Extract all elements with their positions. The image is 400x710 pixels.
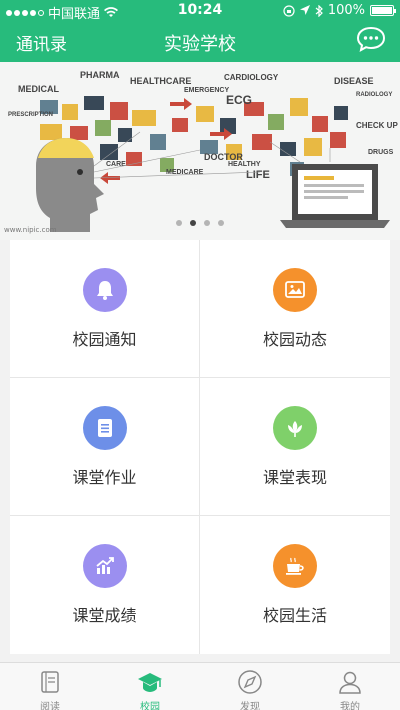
lock-rotation-icon [283, 4, 295, 17]
banner-word: PRESCRIPTION [8, 112, 53, 118]
grid-item-label: 课堂作业 [72, 468, 137, 487]
banner-word: CARE [106, 161, 126, 168]
tab-label: 校园 [140, 702, 160, 710]
coffee-icon [273, 544, 317, 588]
tab-campus[interactable]: 校园 [100, 663, 200, 710]
grid-item-campus-news[interactable]: 校园动态 [200, 240, 390, 378]
tab-label: 我的 [340, 702, 360, 710]
banner-word: CARDIOLOGY [224, 73, 279, 82]
pager-dot[interactable] [204, 220, 210, 226]
banner-word: PHARMA [80, 70, 120, 80]
tab-label: 阅读 [40, 702, 60, 710]
banner-word: HEALTHCARE [130, 76, 191, 86]
chart-icon [82, 544, 127, 588]
banner-word: ECG [226, 93, 252, 107]
carousel-pager[interactable] [0, 220, 400, 226]
grid-item-label: 课堂成绩 [72, 606, 137, 625]
banner-word: CHECK UP [356, 121, 398, 130]
banner-carousel[interactable]: PHARMA HEALTHCARE MEDICAL PRESCRIPTION E… [0, 62, 400, 240]
grid-item-campus-notice[interactable]: 校园通知 [10, 240, 200, 378]
page-title: 实验学校 [164, 34, 236, 55]
battery-percent: 100% [327, 3, 365, 18]
pager-dot[interactable] [176, 220, 182, 226]
location-icon [299, 5, 310, 15]
image-icon [273, 268, 317, 312]
head-figure [36, 138, 104, 232]
tab-bar: 阅读 校园 发现 我的 [0, 662, 400, 710]
bell-icon [82, 268, 127, 312]
laptop-figure [280, 164, 390, 228]
user-icon [339, 671, 361, 694]
bluetooth-icon [315, 4, 323, 17]
feature-grid: 校园通知 校园动态 课堂作业 课堂表现 课堂成绩 校园生活 [10, 240, 390, 654]
tab-read[interactable]: 阅读 [0, 663, 100, 710]
banner-word: RADIOLOGY [356, 92, 392, 98]
document-icon [82, 406, 127, 450]
chat-bubble-icon[interactable] [356, 26, 386, 52]
banner-word: LIFE [246, 169, 270, 181]
book-icon [41, 671, 59, 693]
grid-item-homework[interactable]: 课堂作业 [10, 378, 200, 516]
lotus-icon [273, 406, 317, 450]
grid-item-campus-life[interactable]: 校园生活 [200, 516, 390, 654]
grid-item-label: 课堂表现 [262, 468, 327, 487]
grid-item-performance[interactable]: 课堂表现 [200, 378, 390, 516]
compass-icon [238, 670, 262, 694]
pager-dot[interactable] [218, 220, 224, 226]
banner-word: MEDICAL [18, 84, 59, 94]
top-bar: 中国联通 10:24 100% 通讯录 实验学校 [0, 0, 400, 62]
banner-word: DRUGS [368, 149, 394, 156]
graduation-cap-icon [138, 673, 162, 692]
banner-illustration: PHARMA HEALTHCARE MEDICAL PRESCRIPTION E… [8, 70, 398, 232]
banner-word: EMERGENCY [184, 87, 229, 94]
banner-word: HEALTHY [228, 161, 261, 168]
grid-item-grades[interactable]: 课堂成绩 [10, 516, 200, 654]
grid-item-label: 校园动态 [262, 330, 327, 349]
tab-discover[interactable]: 发现 [200, 663, 300, 710]
tab-me[interactable]: 我的 [300, 663, 400, 710]
pager-dot[interactable] [190, 220, 196, 226]
grid-item-label: 校园生活 [262, 606, 327, 625]
nav-bar: 通讯录 实验学校 [0, 22, 400, 62]
grid-item-label: 校园通知 [72, 330, 137, 349]
battery-icon [370, 5, 396, 16]
tab-label: 发现 [240, 702, 260, 710]
banner-watermark: www.nipic.com [4, 226, 57, 234]
status-bar: 中国联通 10:24 100% [0, 0, 400, 22]
banner-word: DISEASE [334, 76, 374, 86]
